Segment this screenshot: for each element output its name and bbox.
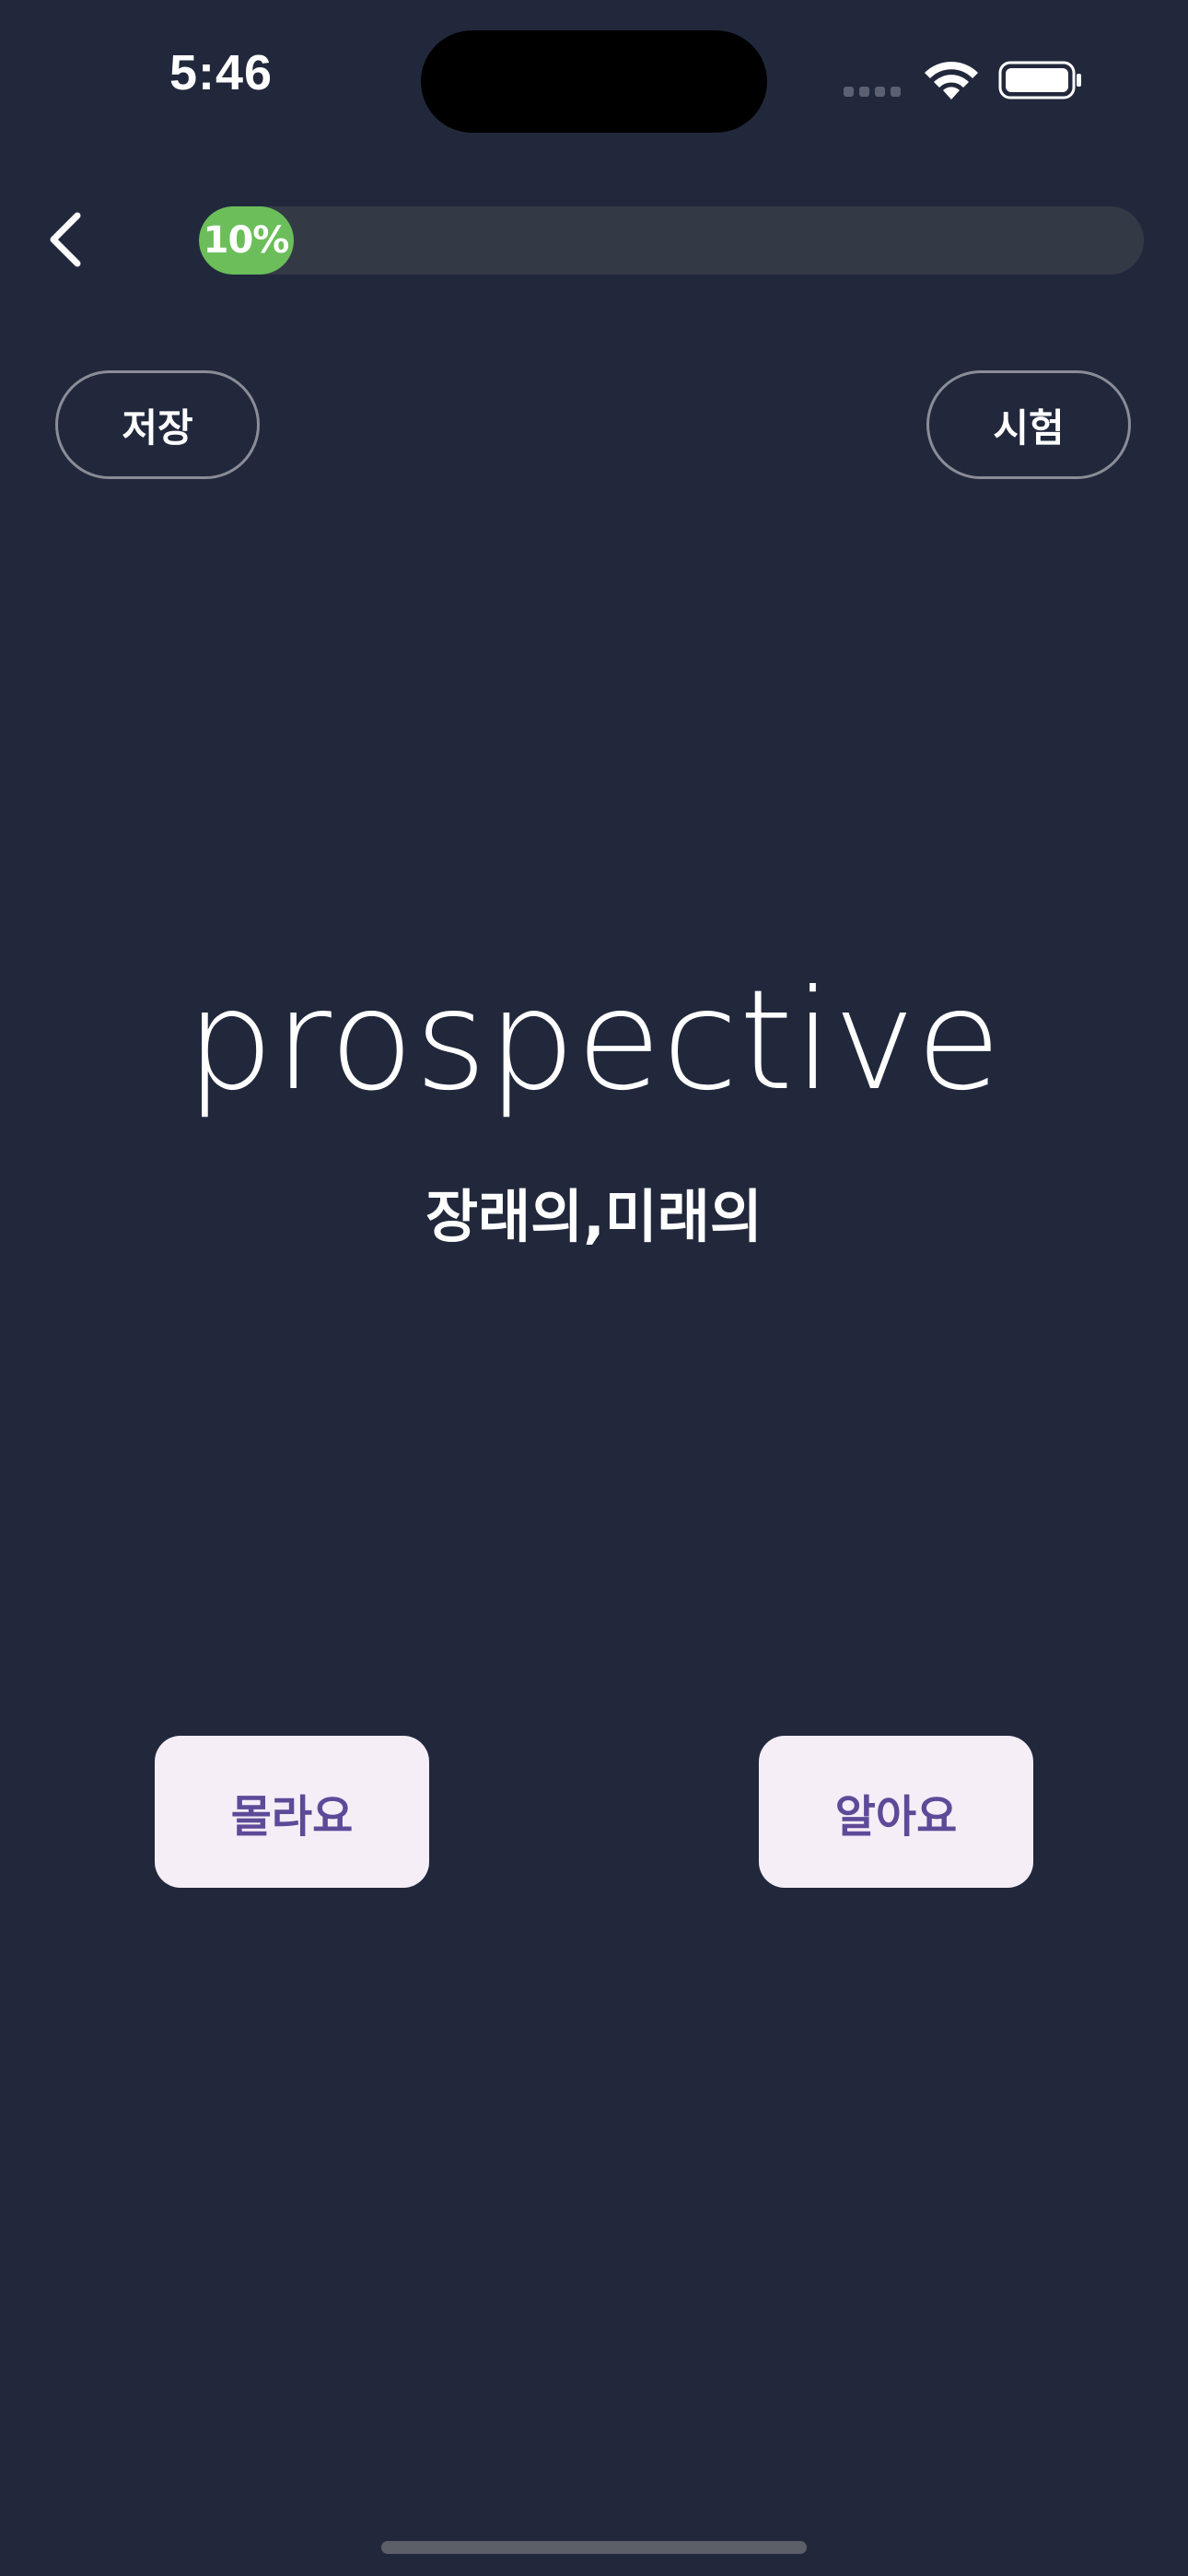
flashcard-word: prospective	[185, 961, 1003, 1121]
dont-know-button[interactable]: 몰라요	[155, 1736, 429, 1888]
know-button[interactable]: 알아요	[759, 1736, 1033, 1888]
dynamic-island	[421, 30, 767, 133]
cellular-signal-icon	[844, 87, 903, 98]
status-time: 5:46	[169, 45, 274, 100]
battery-icon	[998, 61, 1081, 100]
back-button[interactable]	[28, 198, 101, 281]
flashcard-meaning: 장래의,미래의	[425, 1183, 763, 1250]
chevron-left-icon	[50, 212, 81, 267]
home-indicator	[381, 2541, 807, 2554]
progress-label: 10%	[203, 219, 290, 262]
save-button[interactable]: 저장	[55, 370, 260, 479]
progress-bar	[199, 206, 1144, 275]
test-button[interactable]: 시험	[926, 370, 1131, 479]
wifi-icon	[925, 61, 978, 100]
